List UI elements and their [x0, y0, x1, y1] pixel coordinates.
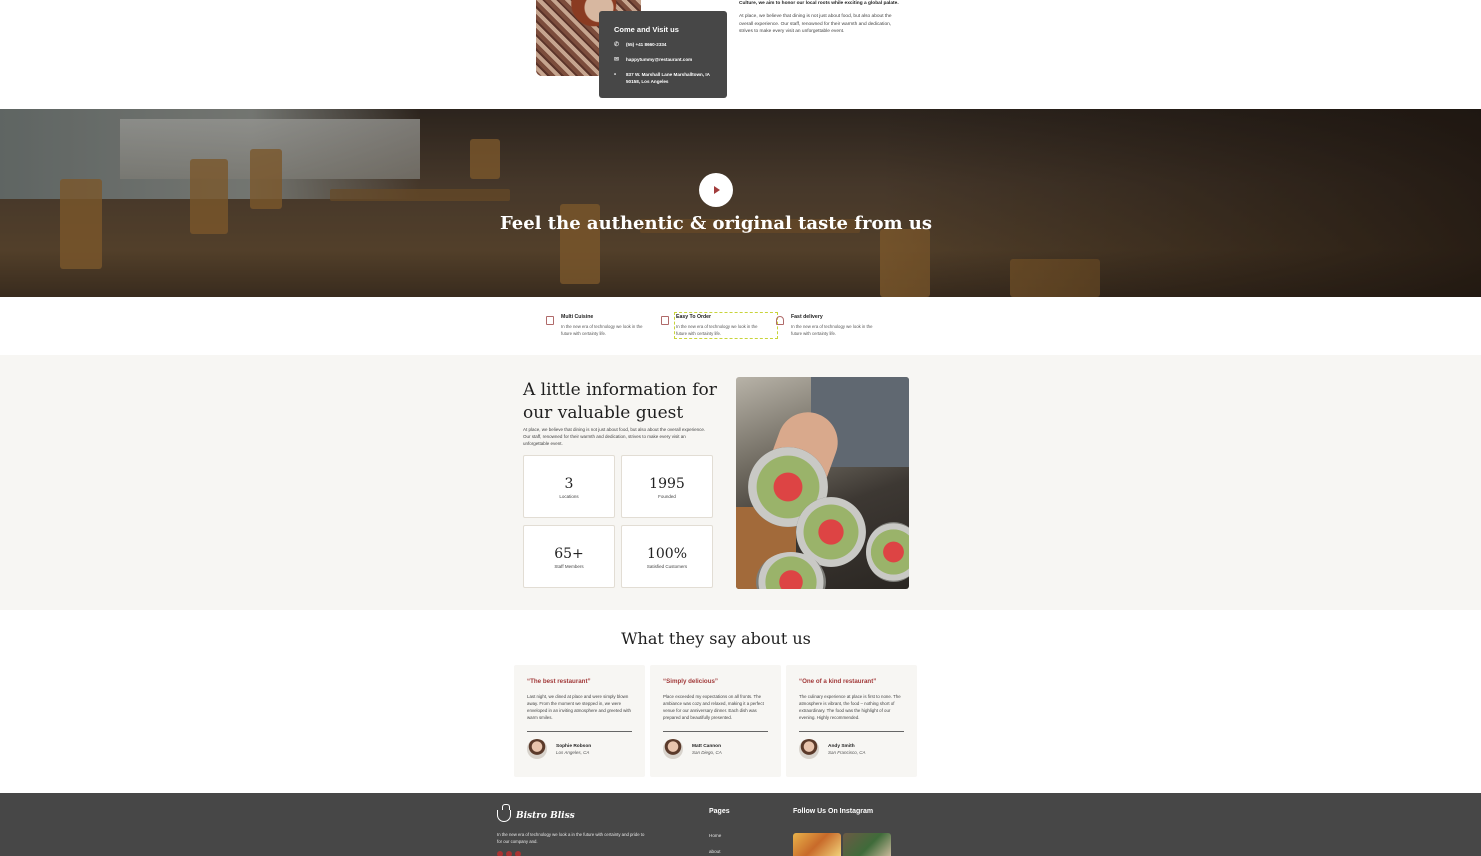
- location-pin-icon: •: [614, 71, 617, 78]
- menu-book-icon: [546, 316, 554, 325]
- info-text: At place, we believe that dining is not …: [523, 427, 706, 446]
- testimonial-quote: “One of a kind restaurant”: [799, 678, 877, 685]
- divider: [527, 731, 632, 732]
- contact-address-row: • 837 W. Marshall Lane Marshalltown, IA …: [614, 72, 712, 86]
- chef-plating-image: [736, 377, 909, 589]
- delivery-bag-icon: [776, 316, 784, 325]
- contact-card-title: Come and Visit us: [614, 25, 679, 34]
- testimonial-text: Place exceeded my expectations on all fr…: [663, 694, 764, 721]
- mail-icon: ✉: [614, 56, 620, 63]
- about-top-section: Come and Visit us ✆ (55) +41 8660-2334 ✉…: [0, 0, 1481, 109]
- stat-value: 100%: [646, 546, 688, 562]
- divider: [663, 731, 768, 732]
- testimonial-card: “One of a kind restaurant” The culinary …: [786, 665, 917, 777]
- stat-value: 1995: [649, 476, 685, 492]
- contact-address: 837 W. Marshall Lane Marshalltown, IA 50…: [626, 71, 710, 84]
- feature-easy-to-order: Easy To Order In the new era of technolo…: [661, 311, 778, 340]
- testimonial-card: “Simply delicious” Place exceeded my exp…: [650, 665, 781, 777]
- dish-logo-icon: [497, 804, 511, 822]
- salad-bowl: [866, 522, 909, 582]
- testimonials-section: What they say about us “The best restaur…: [0, 610, 1481, 793]
- feature-fast-delivery: Fast delivery In the new era of technolo…: [776, 314, 891, 337]
- footer-pages-title: Pages: [709, 808, 730, 815]
- author-name: Andy Smith: [828, 743, 855, 749]
- avatar: [799, 739, 819, 759]
- testimonial-author: Sophie Robson Los Angeles, CA: [527, 739, 632, 759]
- contact-phone-row[interactable]: ✆ (55) +41 8660-2334: [614, 42, 712, 49]
- feature-text: In the new era of technology we look in …: [676, 324, 758, 336]
- author-location: San Diego, CA: [692, 749, 722, 755]
- play-icon: [714, 186, 720, 194]
- feature-text: In the new era of technology we look in …: [561, 324, 643, 336]
- twitter-icon[interactable]: [497, 851, 503, 856]
- info-title: A little information for our valuable gu…: [523, 380, 717, 423]
- testimonial-quote: “Simply delicious”: [663, 678, 719, 685]
- hero-overlay: [0, 109, 1481, 297]
- author-location: San Francisco, CA: [828, 749, 866, 755]
- divider: [799, 731, 904, 732]
- info-section: A little information for our valuable gu…: [0, 355, 1481, 610]
- stat-value: 65+: [554, 546, 584, 562]
- contact-phone: (55) +41 8660-2334: [626, 42, 667, 47]
- author-name: Matt Cannon: [692, 743, 722, 749]
- stat-label: Locations: [559, 494, 579, 499]
- footer-link-about[interactable]: about: [709, 849, 721, 854]
- stat-card-locations: 3 Locations: [523, 455, 615, 518]
- about-snippet-lead: Culture, we aim to honor our local roots…: [739, 1, 899, 6]
- footer-logo[interactable]: Bistro Bliss: [497, 804, 575, 822]
- avatar: [663, 739, 683, 759]
- brand-name: Bistro Bliss: [516, 811, 575, 821]
- testimonial-author: Andy Smith San Francisco, CA: [799, 739, 904, 759]
- testimonial-quote: “The best restaurant”: [527, 678, 591, 685]
- facebook-icon[interactable]: [506, 851, 512, 856]
- instagram-photo[interactable]: [843, 833, 891, 856]
- instagram-photo[interactable]: [793, 833, 841, 856]
- stat-card-customers: 100% Satisfied Customers: [621, 525, 713, 588]
- author-location: Los Angeles, CA: [556, 749, 590, 755]
- contact-email-row[interactable]: ✉ happytummy@restaurant.com: [614, 57, 712, 64]
- about-snippet: Culture, we aim to honor our local roots…: [739, 0, 899, 36]
- hero-title: Feel the authentic & original taste from…: [499, 213, 933, 234]
- stat-card-staff: 65+ Staff Members: [523, 525, 615, 588]
- stat-label: Staff Members: [554, 564, 584, 569]
- stat-label: Satisfied Customers: [646, 564, 688, 569]
- testimonial-card: “The best restaurant” Last night, we din…: [514, 665, 645, 777]
- site-footer: Bistro Bliss In the new era of technolog…: [0, 793, 1481, 856]
- contact-email: happytummy@restaurant.com: [626, 56, 693, 62]
- author-name: Sophie Robson: [556, 743, 592, 749]
- play-video-button[interactable]: [699, 173, 733, 207]
- order-icon: [661, 316, 669, 325]
- testimonial-text: The culinary experience at place is firs…: [799, 694, 901, 721]
- video-hero: Feel the authentic & original taste from…: [0, 109, 1481, 297]
- feature-multi-cuisine: Multi Cuisine In the new era of technolo…: [546, 314, 661, 337]
- footer-instagram-title: Follow Us On Instagram: [793, 808, 874, 815]
- social-links: [497, 851, 524, 856]
- about-snippet-body: At place, we believe that dining is not …: [739, 14, 892, 35]
- contact-card: Come and Visit us ✆ (55) +41 8660-2334 ✉…: [599, 11, 727, 98]
- stat-value: 3: [564, 476, 574, 492]
- feature-text: In the new era of technology we look in …: [791, 324, 873, 336]
- footer-text: In the new era of technology we look a i…: [497, 832, 645, 844]
- avatar: [527, 739, 547, 759]
- features-strip: Multi Cuisine In the new era of technolo…: [0, 297, 1481, 355]
- footer-link-home[interactable]: Home: [709, 833, 721, 838]
- testimonial-author: Matt Cannon San Diego, CA: [663, 739, 768, 759]
- stat-label: Founded: [658, 494, 676, 499]
- feature-title: Fast delivery: [791, 314, 823, 320]
- instagram-icon[interactable]: [515, 851, 521, 856]
- feature-title: Multi Cuisine: [561, 314, 594, 320]
- phone-icon: ✆: [614, 42, 620, 48]
- testimonial-text: Last night, we dined at place and were s…: [527, 694, 631, 721]
- testimonials-title: What they say about us: [621, 629, 811, 648]
- feature-title: Easy To Order: [676, 314, 712, 320]
- stat-card-founded: 1995 Founded: [621, 455, 713, 518]
